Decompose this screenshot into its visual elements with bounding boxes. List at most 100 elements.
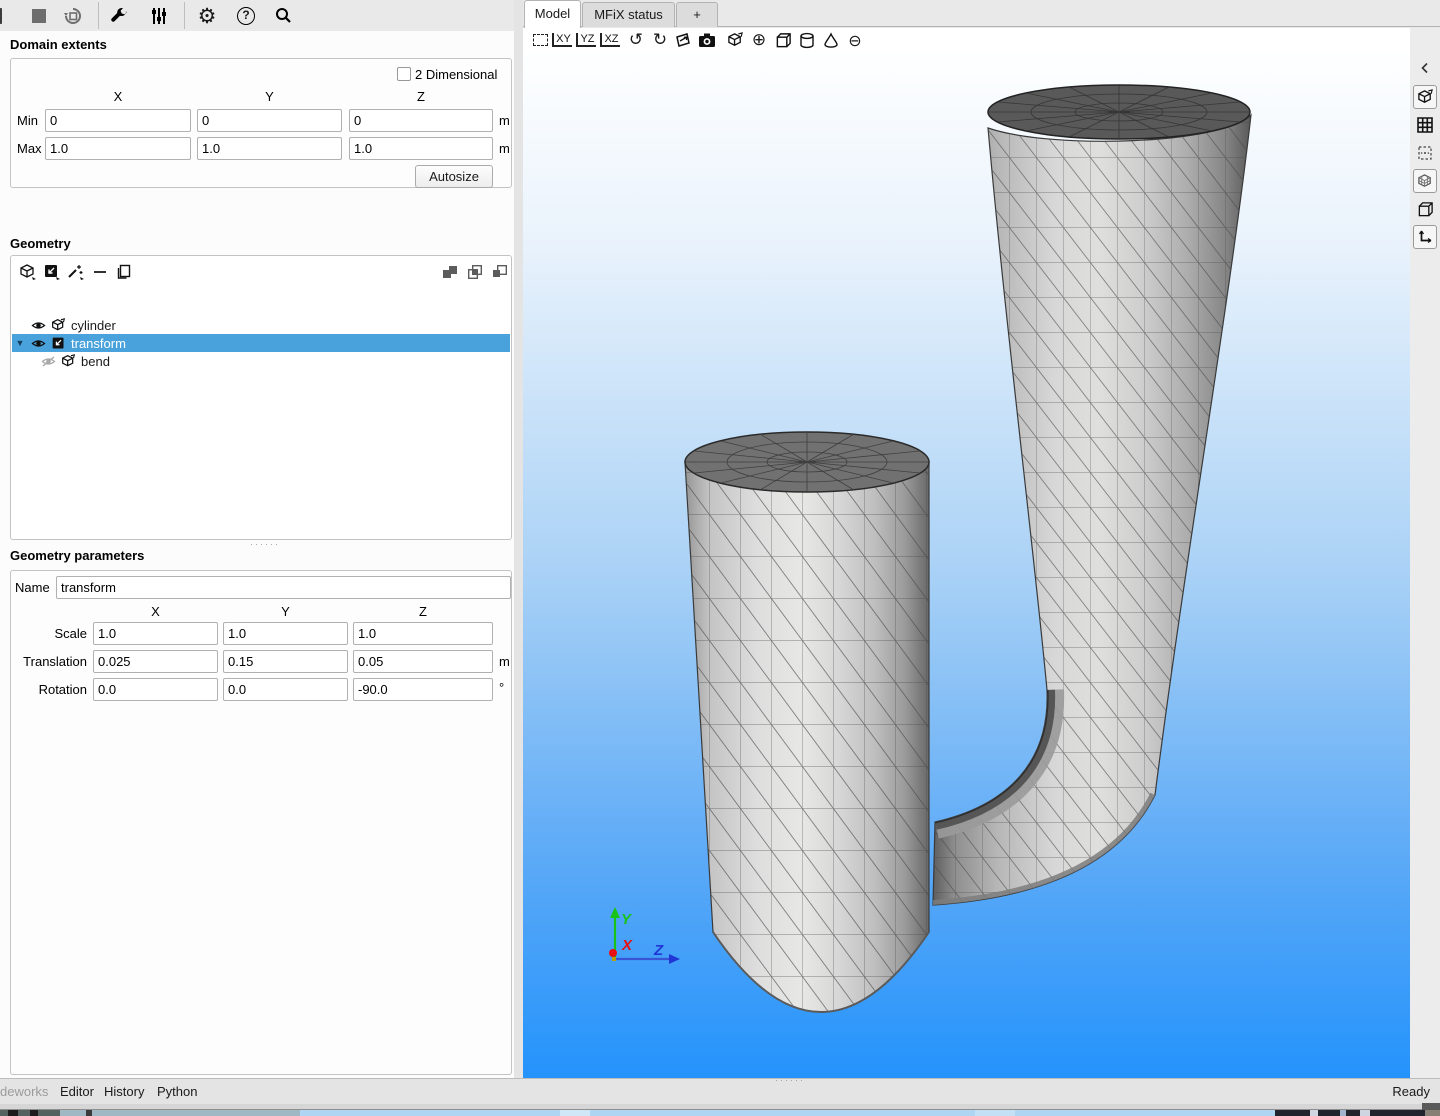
- geometry-cube-button[interactable]: [1413, 85, 1437, 109]
- scale-x-input[interactable]: [93, 622, 218, 645]
- boolean-difference-icon[interactable]: [489, 261, 511, 283]
- panel-splitter-handle[interactable]: ······: [250, 539, 280, 549]
- name-input[interactable]: [56, 576, 511, 599]
- max-x-input[interactable]: [45, 137, 191, 160]
- vtk-toolbar: XY YZ XZ ↺ ↻ ⊕ ⊖: [523, 28, 1410, 52]
- cone-geometry-icon[interactable]: [820, 29, 842, 51]
- mfix-window: ⚙ ? Domain extents 2 Dimensional X Y Z M…: [0, 0, 1440, 1116]
- view-xz-icon[interactable]: XZ: [599, 29, 621, 51]
- tree-row-bend[interactable]: bend: [12, 352, 510, 370]
- settings-gear-icon[interactable]: ⚙: [194, 3, 220, 29]
- reset-icon[interactable]: [60, 3, 86, 29]
- tune-sliders-icon[interactable]: [146, 3, 172, 29]
- boolean-union-icon[interactable]: [439, 261, 461, 283]
- mesh-cube-button[interactable]: [1413, 169, 1437, 193]
- status-ready: Ready: [1392, 1084, 1430, 1099]
- min-z-input[interactable]: [349, 109, 493, 132]
- column-y: Y: [197, 89, 342, 104]
- view-xy-icon[interactable]: XY: [551, 29, 573, 51]
- regions-sphere-icon[interactable]: ⊕: [748, 29, 770, 51]
- wand-icon[interactable]: [65, 261, 87, 283]
- viewport-tabbar: Model MFiX status +: [523, 0, 1440, 27]
- status-tab-python[interactable]: Python: [157, 1084, 197, 1099]
- min-y-input[interactable]: [197, 109, 342, 132]
- collapse-chevron-icon[interactable]: [1413, 56, 1437, 80]
- column-z: Z: [353, 604, 493, 619]
- remove-icon[interactable]: [89, 261, 111, 283]
- rotation-unit: °: [499, 680, 504, 695]
- translation-x-input[interactable]: [93, 650, 218, 673]
- stop-icon[interactable]: [26, 3, 52, 29]
- view-yz-icon[interactable]: YZ: [575, 29, 597, 51]
- scale-z-input[interactable]: [353, 622, 493, 645]
- domain-extents-title: Domain extents: [10, 37, 107, 52]
- autosize-button[interactable]: Autosize: [415, 165, 493, 188]
- min-x-input[interactable]: [45, 109, 191, 132]
- cylinder-top-cap: [685, 432, 929, 492]
- tab-model[interactable]: Model: [524, 0, 581, 28]
- main-toolbar: ⚙ ?: [0, 0, 514, 31]
- window-resize-corner[interactable]: [1422, 1103, 1440, 1110]
- perspective-icon[interactable]: [672, 29, 694, 51]
- main-splitter[interactable]: [514, 0, 523, 1078]
- viewport-background: [523, 52, 1410, 1078]
- column-x: X: [93, 604, 218, 619]
- copy-icon[interactable]: [113, 261, 135, 283]
- box-geometry-icon[interactable]: [772, 29, 794, 51]
- wrench-icon[interactable]: [106, 3, 132, 29]
- axis-z-label: Z: [653, 942, 664, 959]
- geometry-visibility-icon[interactable]: [724, 29, 746, 51]
- tree-row-cylinder[interactable]: cylinder: [12, 316, 510, 334]
- max-y-input[interactable]: [197, 137, 342, 160]
- visibility-menu-icon[interactable]: ⊖: [844, 29, 866, 51]
- status-tab-history[interactable]: History: [104, 1084, 144, 1099]
- boolean-intersect-icon[interactable]: [464, 261, 486, 283]
- wireframe-cube-button[interactable]: [1413, 197, 1437, 221]
- rotate-clockwise-icon[interactable]: ↻: [649, 29, 671, 51]
- min-label: Min: [17, 113, 38, 128]
- axes-widget-button[interactable]: [1413, 225, 1437, 249]
- status-tab-nodeworks[interactable]: deworks: [0, 1084, 48, 1099]
- status-bar: deworks Editor History Python ······ Rea…: [0, 1078, 1440, 1104]
- translation-z-input[interactable]: [353, 650, 493, 673]
- translation-unit: m: [499, 654, 510, 669]
- tree-label: transform: [68, 336, 126, 351]
- reset-view-icon[interactable]: [529, 29, 551, 51]
- help-icon[interactable]: ?: [233, 3, 259, 29]
- tab-add[interactable]: +: [676, 2, 718, 27]
- bottom-splitter-handle[interactable]: ······: [775, 1075, 805, 1085]
- max-label: Max: [17, 141, 42, 156]
- max-z-input[interactable]: [349, 137, 493, 160]
- mesh-grid-button[interactable]: [1413, 113, 1437, 137]
- slice-box-button[interactable]: [1413, 141, 1437, 165]
- axis-x-label: X: [621, 937, 633, 954]
- status-tab-editor[interactable]: Editor: [60, 1084, 94, 1099]
- column-z: Z: [349, 89, 493, 104]
- visible-eye-icon[interactable]: [28, 337, 48, 350]
- add-filter-icon[interactable]: [41, 261, 63, 283]
- rotate-counterclockwise-icon[interactable]: ↺: [625, 29, 647, 51]
- scale-y-input[interactable]: [223, 622, 348, 645]
- translation-y-input[interactable]: [223, 650, 348, 673]
- expand-arrow-icon[interactable]: ▼: [12, 338, 28, 348]
- geometry-cube-icon: [48, 318, 68, 333]
- cylinder-geometry-icon[interactable]: [796, 29, 818, 51]
- tab-mfix-status[interactable]: MFiX status: [582, 2, 675, 27]
- tree-row-transform[interactable]: ▼ transform: [12, 334, 510, 352]
- two-dimensional-checkbox[interactable]: [397, 67, 411, 81]
- rotation-z-input[interactable]: [353, 678, 493, 701]
- visible-eye-icon[interactable]: [28, 319, 48, 332]
- rotation-x-input[interactable]: [93, 678, 218, 701]
- geometry-cube-icon: [58, 354, 78, 369]
- geometry-box: cylinder ▼ transform be: [10, 255, 512, 540]
- search-icon[interactable]: [270, 3, 296, 29]
- vtk-viewport[interactable]: Y X Z: [523, 52, 1410, 1078]
- rotation-y-input[interactable]: [223, 678, 348, 701]
- funnel-top-cap: [988, 85, 1250, 139]
- screenshot-camera-icon[interactable]: [696, 29, 718, 51]
- vtk-scene[interactable]: Y X Z: [523, 52, 1410, 1078]
- add-geometry-icon[interactable]: [17, 261, 39, 283]
- hidden-eye-icon[interactable]: [38, 355, 58, 368]
- pause-icon[interactable]: [0, 3, 12, 29]
- name-label: Name: [15, 580, 50, 595]
